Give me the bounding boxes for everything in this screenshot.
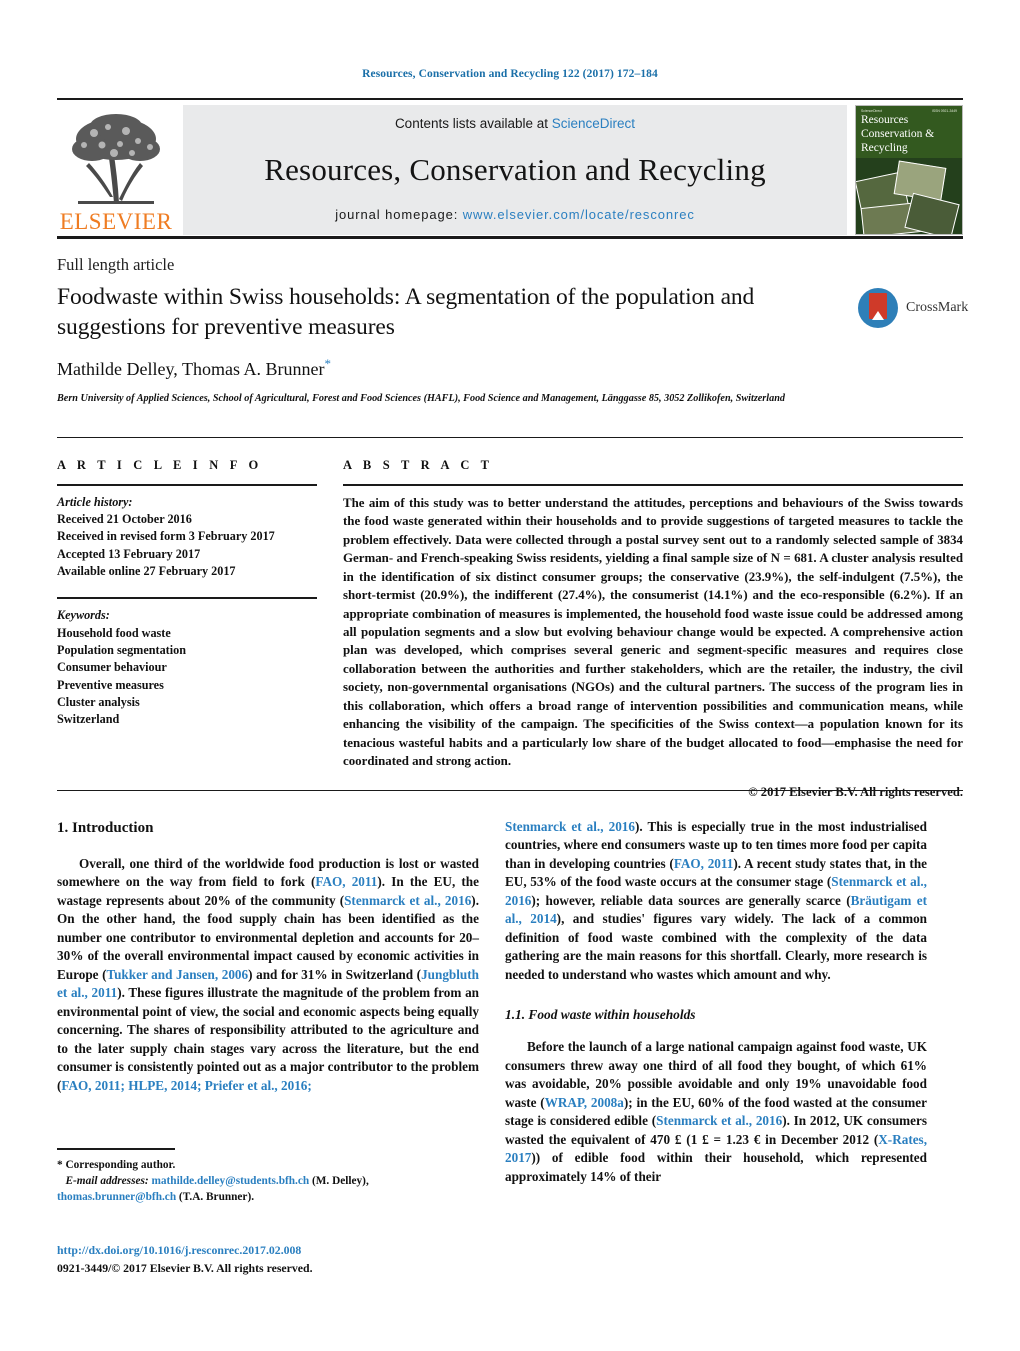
body-column-left: 1. Introduction Overall, one third of th… bbox=[57, 818, 479, 1095]
contents-available-line: Contents lists available at ScienceDirec… bbox=[395, 116, 635, 131]
section-heading-food-waste-households: 1.1. Food waste within households bbox=[505, 1007, 696, 1023]
cover-photo-collage bbox=[856, 158, 962, 234]
paragraph: Before the launch of a large national ca… bbox=[505, 1038, 927, 1186]
corresponding-author-note: * Corresponding author. bbox=[57, 1158, 176, 1171]
keyword-item: Preventive measures bbox=[57, 677, 164, 692]
paragraph-text: ), and studies' figures vary widely. The… bbox=[505, 911, 927, 982]
crossmark-icon bbox=[858, 288, 898, 328]
journal-cover-thumbnail: ScienceDirect ISSN 0921-3449 Resources C… bbox=[855, 105, 963, 235]
elsevier-logo: ELSEVIER bbox=[57, 105, 175, 235]
citation-link[interactable]: Stenmarck et al., 2016 bbox=[656, 1113, 782, 1128]
masthead-bottom-rule bbox=[57, 236, 963, 239]
elsevier-wordmark: ELSEVIER bbox=[59, 209, 173, 234]
abstract-copyright: © 2017 Elsevier B.V. All rights reserved… bbox=[748, 784, 963, 799]
crossmark-badge[interactable]: CrossMark bbox=[858, 285, 968, 331]
paragraph-text: ) and for 31% in Switzerland ( bbox=[248, 966, 422, 982]
keywords-label: Keywords: bbox=[57, 608, 110, 623]
cover-mini-right: ISSN 0921-3449 bbox=[931, 109, 957, 113]
citation-link[interactable]: WRAP, 2008a bbox=[545, 1095, 624, 1110]
abstract-rule bbox=[343, 484, 963, 486]
cover-title-line3: Recycling bbox=[861, 141, 908, 154]
keyword-item: Cluster analysis bbox=[57, 694, 140, 709]
abstract-column: A B S T R A C T The aim of this study wa… bbox=[343, 458, 963, 800]
article-history-group: Article history: Received 21 October 201… bbox=[57, 494, 317, 581]
article-info-rule bbox=[57, 484, 317, 486]
citation-link[interactable]: Tukker and Jansen, 2006 bbox=[107, 967, 249, 982]
article-info-heading: A R T I C L E I N F O bbox=[57, 458, 263, 472]
doi-block: http://dx.doi.org/10.1016/j.resconrec.20… bbox=[57, 1242, 487, 1277]
running-head: Resources, Conservation and Recycling 12… bbox=[362, 68, 658, 80]
paragraph: Overall, one third of the worldwide food… bbox=[57, 855, 479, 1095]
abstract-text: The aim of this study was to better unde… bbox=[343, 495, 963, 769]
affiliation: Bern University of Applied Sciences, Sch… bbox=[57, 393, 785, 405]
crossmark-label: CrossMark bbox=[906, 300, 969, 315]
keyword-item: Consumer behaviour bbox=[57, 660, 167, 675]
email-owner-brunner: (T.A. Brunner). bbox=[176, 1191, 255, 1204]
contents-prefix: Contents lists available at bbox=[394, 116, 552, 131]
paragraph-text: ). These figures illustrate the magnitud… bbox=[57, 985, 479, 1093]
citation-link[interactable]: FAO, 2011 bbox=[315, 874, 377, 889]
article-history-label: Article history: bbox=[57, 494, 133, 509]
citation-link[interactable]: Stenmarck et al., 2016 bbox=[344, 893, 471, 908]
keywords-group: Keywords: Household food waste Populatio… bbox=[57, 607, 317, 728]
citation-link[interactable]: FAO, 2011 bbox=[674, 856, 734, 871]
journal-homepage-link[interactable]: www.elsevier.com/locate/resconrec bbox=[463, 207, 695, 222]
history-item: Accepted 13 February 2017 bbox=[57, 546, 201, 561]
homepage-prefix: journal homepage: bbox=[335, 207, 463, 222]
section-heading-introduction: 1. Introduction bbox=[57, 820, 154, 836]
corresponding-author-marker: * bbox=[324, 356, 331, 372]
info-top-rule bbox=[57, 437, 963, 439]
history-item: Received 21 October 2016 bbox=[57, 512, 192, 527]
journal-homepage-line: journal homepage: www.elsevier.com/locat… bbox=[335, 207, 695, 222]
paragraph-text: )) of edible food within their household… bbox=[505, 1150, 927, 1184]
citation-link[interactable]: Stenmarck et al., 2016 bbox=[505, 819, 635, 834]
abstract-heading: A B S T R A C T bbox=[343, 458, 494, 472]
sciencedirect-link[interactable]: ScienceDirect bbox=[552, 116, 635, 131]
journal-band: Contents lists available at ScienceDirec… bbox=[183, 105, 847, 235]
article-type-label: Full length article bbox=[57, 255, 175, 274]
keywords-rule bbox=[57, 597, 317, 600]
doi-link[interactable]: http://dx.doi.org/10.1016/j.resconrec.20… bbox=[57, 1242, 487, 1260]
page-title: Foodwaste within Swiss households: A seg… bbox=[57, 284, 755, 340]
body-column-right: Stenmarck et al., 2016). This is especia… bbox=[505, 818, 927, 1186]
cover-title-line2: Conservation & bbox=[861, 128, 935, 141]
footnote-rule bbox=[57, 1148, 175, 1150]
issn-copyright-line: 0921-3449/© 2017 Elsevier B.V. All right… bbox=[57, 1260, 313, 1275]
journal-masthead: ELSEVIER Contents lists available at Sci… bbox=[57, 98, 963, 235]
email-link-brunner[interactable]: thomas.brunner@bfh.ch bbox=[57, 1191, 176, 1203]
journal-article-page: Resources, Conservation and Recycling 12… bbox=[0, 0, 1020, 1351]
email-owner-delley: (M. Delley), bbox=[309, 1174, 369, 1187]
footnote-block: * Corresponding author. E-mail addresses… bbox=[57, 1148, 479, 1206]
elsevier-tree-icon bbox=[64, 111, 168, 209]
author-names: Mathilde Delley, Thomas A. Brunner bbox=[57, 359, 325, 380]
paragraph-text: ); however, reliable data sources are ge… bbox=[531, 892, 851, 908]
keyword-item: Household food waste bbox=[57, 625, 171, 640]
cover-title-line1: Resources bbox=[861, 114, 909, 127]
keyword-item: Switzerland bbox=[57, 712, 120, 727]
citation-link[interactable]: FAO, 2011; HLPE, 2014; Priefer et al., 2… bbox=[61, 1078, 311, 1093]
email-addresses-note: E-mail addresses: mathilde.delley@studen… bbox=[57, 1173, 479, 1206]
article-info-column: A R T I C L E I N F O Article history: R… bbox=[57, 458, 317, 729]
email-link-delley[interactable]: mathilde.delley@students.bfh.ch bbox=[151, 1175, 309, 1187]
keyword-item: Population segmentation bbox=[57, 642, 186, 657]
title-block: Foodwaste within Swiss households: A seg… bbox=[57, 283, 797, 407]
journal-title: Resources, Conservation and Recycling bbox=[264, 151, 766, 187]
email-label: E-mail addresses: bbox=[65, 1174, 149, 1187]
cover-mini-left: ScienceDirect bbox=[861, 109, 882, 113]
history-item: Available online 27 February 2017 bbox=[57, 564, 236, 579]
paragraph: Stenmarck et al., 2016). This is especia… bbox=[505, 818, 927, 984]
author-list: Mathilde Delley, Thomas A. Brunner* bbox=[57, 356, 797, 380]
history-item: Received in revised form 3 February 2017 bbox=[57, 529, 275, 544]
abstract-bottom-rule bbox=[57, 790, 963, 792]
